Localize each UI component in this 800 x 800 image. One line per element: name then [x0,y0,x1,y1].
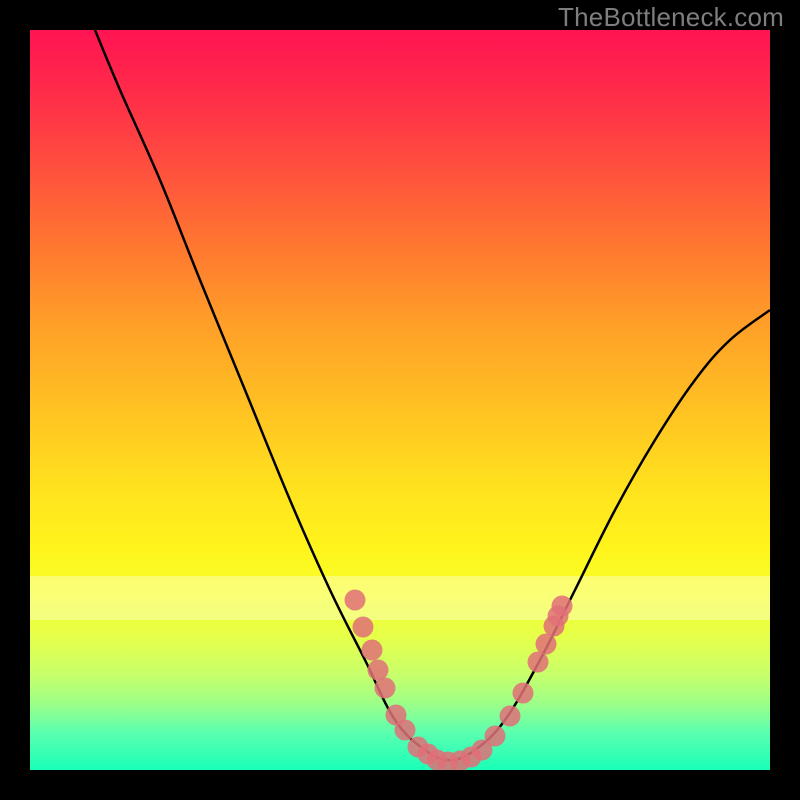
outer-frame: TheBottleneck.com [0,0,800,800]
curve-dot [500,706,521,727]
curve-dot [552,596,573,617]
curve-dot [395,720,416,741]
curve-dot [368,660,389,681]
watermark-text: TheBottleneck.com [558,2,784,33]
curve-dot [362,640,383,661]
curve-dot [375,678,396,699]
bottleneck-curve [95,30,770,760]
curve-dot [513,683,534,704]
plot-area [30,30,770,770]
curve-dot [485,726,506,747]
curve-dot [536,634,557,655]
curve-dot [345,590,366,611]
curve-dots [345,590,573,771]
curve-dot [528,652,549,673]
curve-dot [353,617,374,638]
curve-svg [30,30,770,770]
